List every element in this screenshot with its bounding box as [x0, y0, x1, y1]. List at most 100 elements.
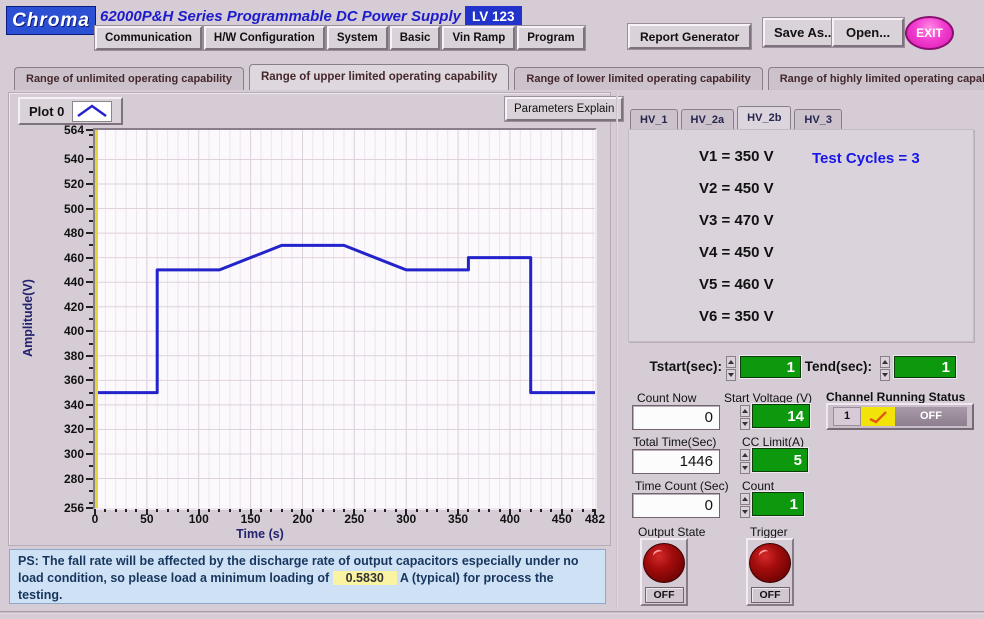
x-tick-mark — [550, 509, 552, 512]
y-tick-mark — [89, 502, 93, 504]
y-tick-label: 340 — [50, 398, 84, 412]
channel-status-cell: OFF — [895, 407, 967, 426]
tstart-field[interactable]: 1 — [740, 356, 801, 378]
y-tick-label: 380 — [50, 349, 84, 363]
y-tick-mark — [86, 404, 93, 406]
y-tick-mark — [86, 379, 93, 381]
y-tick-mark — [89, 318, 93, 320]
tstart-spinner[interactable] — [726, 356, 736, 381]
start-voltage-down-icon[interactable] — [740, 418, 750, 430]
ps-note: PS: The fall rate will be affected by th… — [9, 549, 606, 604]
report-generator-button[interactable]: Report Generator — [628, 24, 751, 49]
x-tick-mark — [457, 509, 459, 515]
start-voltage-field[interactable]: 14 — [752, 404, 810, 428]
y-tick-mark — [89, 146, 93, 148]
x-tick-mark — [260, 509, 262, 512]
channel-running-status-widget[interactable]: 1 OFF — [826, 403, 974, 430]
menu-vin-ramp[interactable]: Vin Ramp — [442, 26, 515, 50]
x-tick-mark — [509, 509, 511, 515]
x-tick-mark — [395, 509, 397, 512]
tend-spinner[interactable] — [880, 356, 890, 381]
open-button[interactable]: Open... — [832, 18, 904, 47]
start-voltage-spinner[interactable] — [740, 405, 750, 430]
total-time-field[interactable]: 1446 — [632, 449, 720, 474]
y-tick-mark — [86, 428, 93, 430]
tstart-down-icon[interactable] — [726, 369, 736, 381]
range-tab-strip: Range of unlimited operating capabilityR… — [14, 64, 984, 90]
plot-legend[interactable]: Plot 0 — [18, 97, 123, 125]
y-axis-line — [95, 130, 98, 508]
tend-down-icon[interactable] — [880, 369, 890, 381]
tend-label: Tend(sec): — [800, 359, 872, 374]
y-tick-label: 280 — [50, 472, 84, 486]
menu-program[interactable]: Program — [517, 26, 584, 50]
y-tick-mark — [86, 232, 93, 234]
cc-limit-field[interactable]: 5 — [752, 448, 808, 472]
tab-hv-1[interactable]: HV_1 — [630, 109, 678, 130]
x-tick-mark — [218, 509, 220, 512]
count-now-field[interactable]: 0 — [632, 405, 720, 430]
y-axis-title: Amplitude(V) — [21, 263, 35, 373]
waveform-chart — [95, 130, 595, 508]
channel-running-status-label: Channel Running Status — [826, 390, 965, 404]
app-title: 62000P&H Series Programmable DC Power Su… — [100, 8, 461, 25]
lv-version-badge: LV 123 — [465, 6, 522, 26]
y-tick-mark — [86, 208, 93, 210]
tab-hv-2a[interactable]: HV_2a — [681, 109, 735, 130]
tend-field[interactable]: 1 — [894, 356, 956, 378]
x-tick-mark — [582, 509, 584, 512]
tab-hv-3[interactable]: HV_3 — [794, 109, 842, 130]
plot-line-icon — [72, 101, 112, 122]
count-spinner[interactable] — [740, 493, 750, 518]
trigger-value: OFF — [751, 587, 790, 603]
menu-basic[interactable]: Basic — [390, 26, 441, 50]
y-tick-label: 520 — [50, 177, 84, 191]
note-highlight-value: 0.5830 — [333, 571, 397, 585]
count-field[interactable]: 1 — [752, 492, 804, 516]
cc-limit-down-icon[interactable] — [740, 462, 750, 474]
count-down-icon[interactable] — [740, 506, 750, 518]
x-tick-mark — [343, 509, 345, 512]
tab-hv-2b[interactable]: HV_2b — [737, 106, 791, 130]
hv-tab-strip: HV_1HV_2aHV_2bHV_3 — [630, 106, 842, 130]
tstart-up-icon[interactable] — [726, 356, 736, 368]
output-state-knob[interactable] — [643, 543, 685, 583]
y-tick-mark — [89, 220, 93, 222]
y-tick-mark — [89, 367, 93, 369]
x-tick-mark — [519, 509, 521, 512]
x-tick-mark — [146, 509, 148, 515]
cc-limit-up-icon[interactable] — [740, 449, 750, 461]
x-tick-mark — [135, 509, 137, 512]
menu-h-w-configuration[interactable]: H/W Configuration — [204, 26, 325, 50]
exit-button[interactable]: EXIT — [905, 16, 954, 50]
x-tick-mark — [104, 509, 106, 512]
tend-up-icon[interactable] — [880, 356, 890, 368]
x-tick-mark — [156, 509, 158, 512]
x-tick-mark — [312, 509, 314, 512]
x-tick-mark — [384, 509, 386, 512]
plot-legend-label: Plot 0 — [29, 104, 64, 119]
tab-range-of-highly-limited-operating-capability[interactable]: Range of highly limited operating capabi… — [768, 67, 984, 90]
voltage-value-row: V4 = 450 V — [699, 244, 774, 261]
trigger-knob[interactable] — [749, 543, 791, 583]
x-tick-mark — [281, 509, 283, 512]
parameters-explain-button[interactable]: Parameters Explain — [505, 97, 623, 121]
check-icon[interactable] — [861, 407, 895, 426]
menu-system[interactable]: System — [327, 26, 388, 50]
tab-range-of-upper-limited-operating-capability[interactable]: Range of upper limited operating capabil… — [249, 64, 509, 90]
x-tick-mark — [177, 509, 179, 512]
y-tick-mark — [89, 269, 93, 271]
time-count-field[interactable]: 0 — [632, 493, 720, 518]
tab-range-of-lower-limited-operating-capability[interactable]: Range of lower limited operating capabil… — [514, 67, 762, 90]
x-tick-mark — [478, 509, 480, 512]
menu-communication[interactable]: Communication — [95, 26, 202, 50]
tab-range-of-unlimited-operating-capability[interactable]: Range of unlimited operating capability — [14, 67, 244, 90]
cc-limit-spinner[interactable] — [740, 449, 750, 474]
voltage-value-row: V6 = 350 V — [699, 308, 774, 325]
start-voltage-up-icon[interactable] — [740, 405, 750, 417]
x-tick-mark — [291, 509, 293, 512]
cc-limit-label: CC Limit(A) — [742, 435, 804, 449]
y-tick-label: 400 — [50, 324, 84, 338]
x-tick-mark — [467, 509, 469, 512]
count-up-icon[interactable] — [740, 493, 750, 505]
